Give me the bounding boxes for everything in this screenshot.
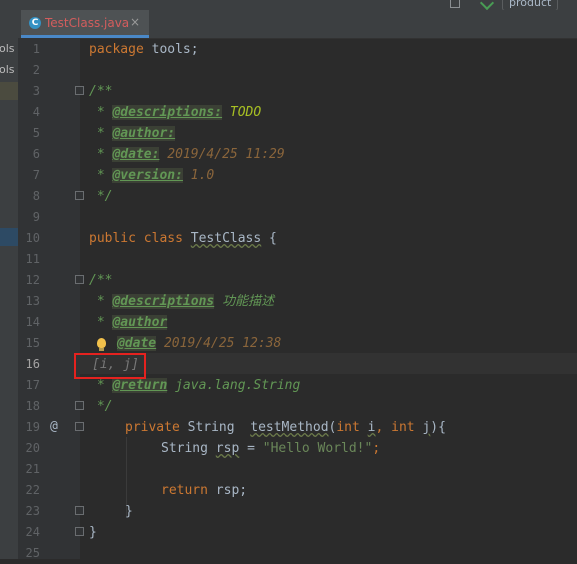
line-number: 14 [25, 315, 40, 329]
line-number: 6 [32, 147, 40, 161]
line-number: 17 [25, 378, 40, 392]
code-line-5[interactable]: * @author: [89, 123, 176, 144]
code-line-8[interactable]: */ [89, 186, 113, 207]
code-line-10[interactable]: public class TestClass { [89, 228, 277, 249]
fold-marker[interactable] [75, 401, 84, 410]
code-line-22[interactable]: return rsp; [161, 480, 247, 501]
line-number: 11 [25, 252, 40, 266]
code-line-20[interactable]: String rsp = "Hello World!"; [161, 438, 380, 459]
line-number: 5 [32, 126, 40, 140]
class-icon: C [29, 17, 41, 29]
line-number: 9 [32, 210, 40, 224]
code-line-4[interactable]: * @descriptions: TODO [89, 102, 261, 123]
line-number: 8 [32, 189, 40, 203]
project-panel: ols ols [0, 38, 18, 559]
fold-marker[interactable] [75, 275, 84, 284]
code-line-12[interactable]: /** [89, 270, 112, 291]
close-icon[interactable]: × [130, 15, 140, 29]
line-number: 23 [25, 504, 40, 518]
line-number: 4 [32, 105, 40, 119]
fold-marker[interactable] [75, 527, 84, 536]
highlight-box [74, 353, 146, 379]
project-item[interactable]: ols [0, 63, 15, 76]
line-number: 25 [25, 546, 40, 560]
line-number: 21 [25, 462, 40, 476]
code-line-18[interactable]: */ [89, 396, 113, 417]
code-line-23[interactable]: } [125, 501, 133, 522]
line-number: 20 [25, 441, 40, 455]
line-number: 3 [32, 84, 40, 98]
project-selection-active [0, 228, 18, 246]
editor-tab-bar: C TestClass.java × [0, 10, 577, 39]
line-number: 10 [25, 231, 40, 245]
fold-marker[interactable] [75, 191, 84, 200]
code-line-24[interactable]: } [89, 522, 97, 543]
fold-marker[interactable] [75, 422, 84, 431]
code-line-15[interactable]: @date 2019/4/25 12:38 [117, 333, 281, 354]
line-number: 24 [25, 525, 40, 539]
line-number: 1 [32, 42, 40, 56]
line-number: 19 [25, 420, 40, 434]
code-line-19[interactable]: private String testMethod(int i, int j){ [125, 417, 446, 438]
override-marker-icon[interactable]: @ [50, 416, 58, 437]
line-number: 15 [25, 336, 40, 350]
fold-marker[interactable] [75, 506, 84, 515]
fold-marker[interactable] [75, 86, 84, 95]
caret-row-highlight [80, 353, 577, 374]
code-line-3[interactable]: /** [89, 81, 112, 102]
line-number: 7 [32, 168, 40, 182]
code-line-14[interactable]: * @author [89, 312, 168, 333]
line-number: 22 [25, 483, 40, 497]
line-number: 16 [25, 357, 40, 371]
line-number: 2 [32, 63, 40, 77]
project-selection [0, 82, 18, 100]
code-line-13[interactable]: * @descriptions 功能描述 [89, 291, 274, 312]
code-line-1[interactable]: package tools; [89, 39, 199, 60]
lightbulb-icon[interactable] [97, 338, 106, 351]
line-number: 18 [25, 399, 40, 413]
run-icon[interactable] [479, 0, 495, 11]
project-item[interactable]: ols [0, 42, 15, 55]
tab-testclass[interactable]: C TestClass.java × [21, 10, 149, 38]
layout-icon[interactable] [450, 0, 460, 8]
line-number: 12 [25, 273, 40, 287]
tab-filename: TestClass.java [45, 16, 130, 30]
line-number: 13 [25, 294, 40, 308]
top-toolbar: product [0, 0, 577, 11]
code-line-6[interactable]: * @date: 2019/4/25 11:29 [89, 144, 285, 165]
code-line-7[interactable]: * @version: 1.0 [89, 165, 214, 186]
